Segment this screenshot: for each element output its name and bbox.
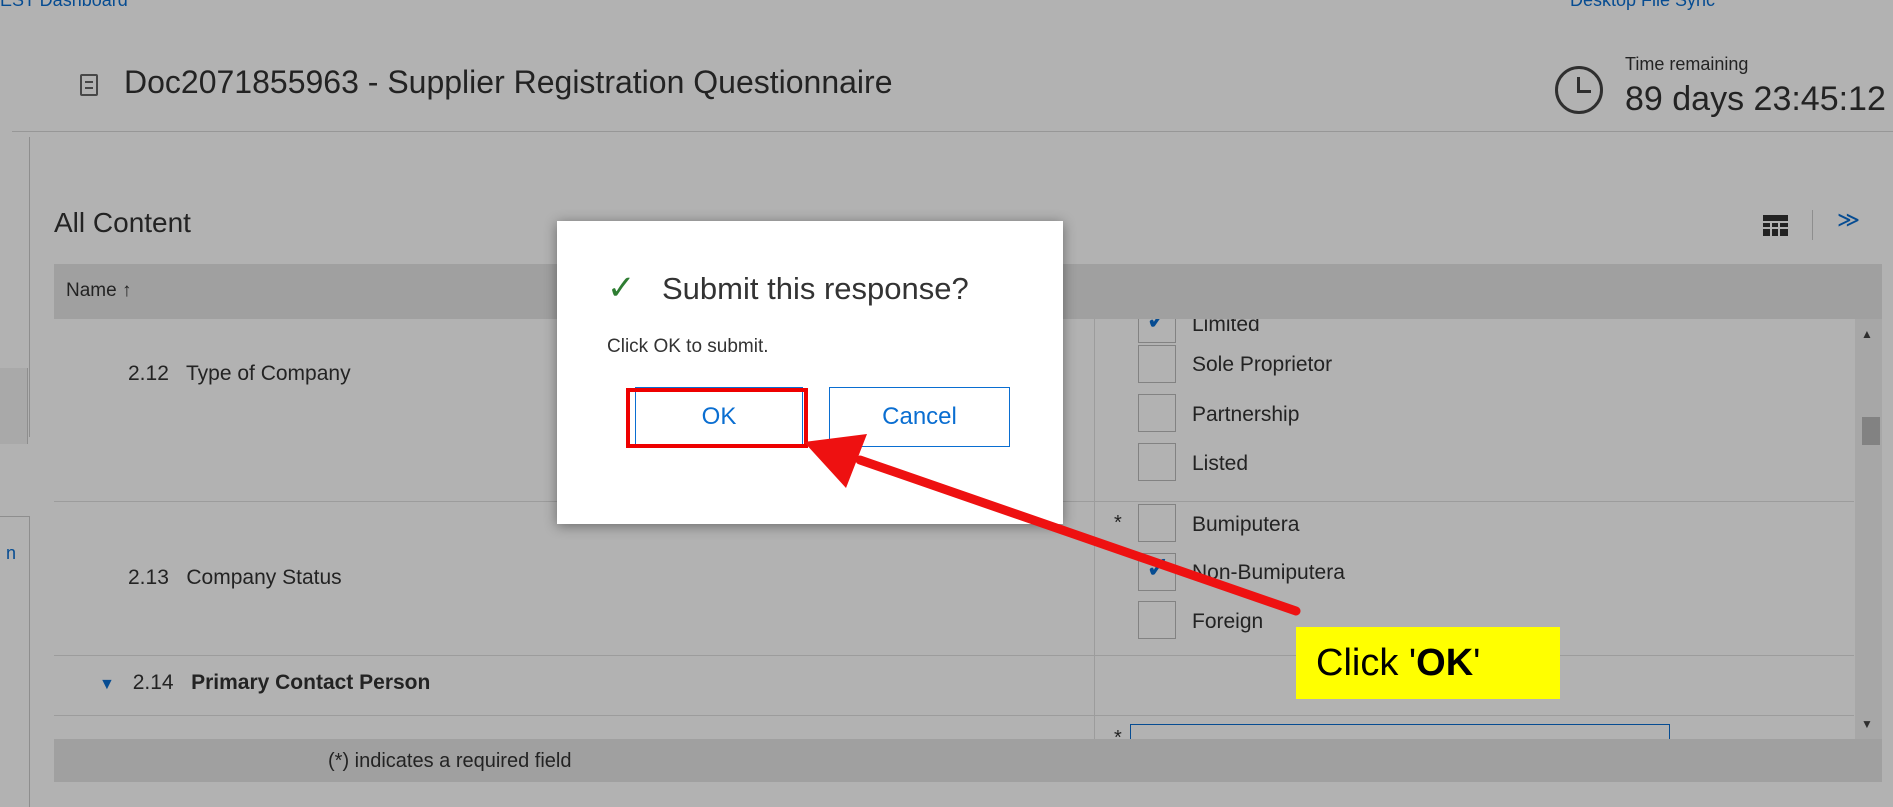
- instruction-callout: Click 'OK': [1296, 627, 1560, 699]
- ok-highlight-box: [626, 388, 808, 448]
- dialog-message: Click OK to submit.: [607, 336, 769, 357]
- callout-prefix: Click ': [1316, 642, 1417, 684]
- checkmark-icon: ✓: [607, 269, 636, 307]
- submit-confirmation-dialog: ✓ Submit this response? Click OK to subm…: [557, 221, 1063, 524]
- callout-suffix: ': [1473, 642, 1481, 684]
- callout-bold: OK: [1416, 642, 1474, 684]
- cancel-button[interactable]: Cancel: [829, 387, 1010, 447]
- dialog-title: Submit this response?: [662, 271, 969, 306]
